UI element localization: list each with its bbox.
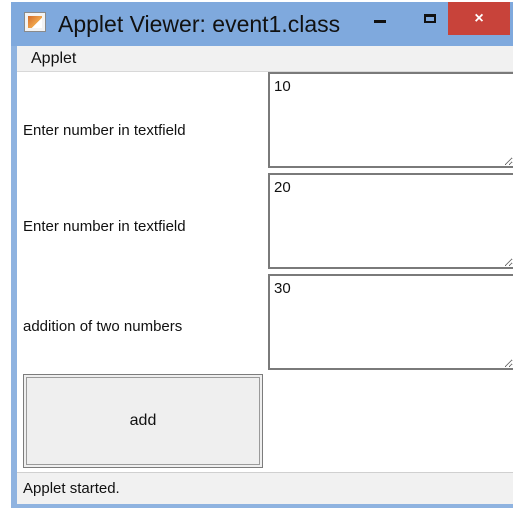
second-number-field[interactable]: 20 xyxy=(268,173,513,269)
maximize-icon xyxy=(424,14,436,23)
minimize-icon xyxy=(374,20,386,23)
add-button[interactable]: add xyxy=(23,374,263,468)
maximize-button[interactable] xyxy=(415,2,445,35)
status-bar: Applet started. xyxy=(17,472,513,504)
title-bar[interactable]: Applet Viewer: event1.class × xyxy=(11,2,513,46)
java-applet-icon xyxy=(24,12,46,32)
sum-field[interactable]: 30 xyxy=(268,274,513,370)
second-number-label: Enter number in textfield xyxy=(23,218,186,235)
menu-applet[interactable]: Applet xyxy=(31,50,76,68)
first-number-label: Enter number in textfield xyxy=(23,122,186,139)
first-number-field[interactable]: 10 xyxy=(268,72,513,168)
close-icon: × xyxy=(474,9,484,27)
minimize-button[interactable] xyxy=(365,2,395,35)
applet-viewer-window: Applet Viewer: event1.class × Applet Ent… xyxy=(11,2,513,508)
sum-label: addition of two numbers xyxy=(23,318,183,335)
window-title: Applet Viewer: event1.class xyxy=(58,11,341,37)
menu-bar: Applet xyxy=(17,46,513,72)
applet-panel: Enter number in textfield 10 Enter numbe… xyxy=(17,72,513,472)
status-text: Applet started. xyxy=(23,480,120,497)
close-button[interactable]: × xyxy=(448,2,510,35)
